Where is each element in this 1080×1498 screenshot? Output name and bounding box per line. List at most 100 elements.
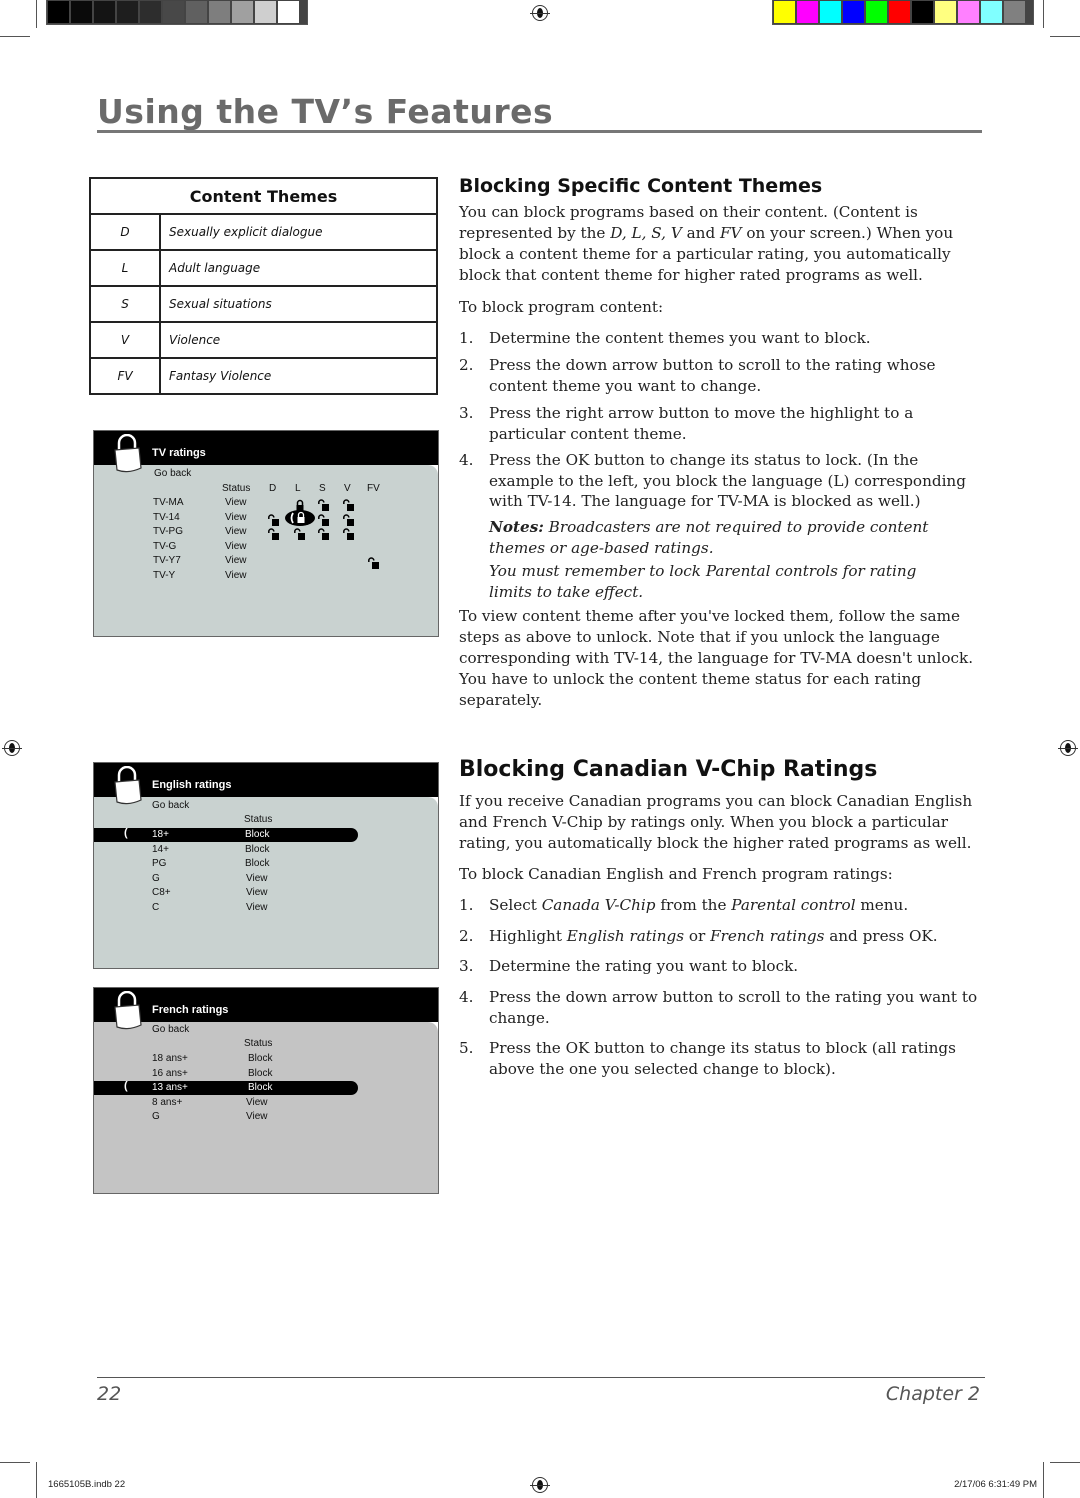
- text-run: FV: [720, 224, 742, 242]
- unlocked-padlock-icon[interactable]: [318, 513, 330, 526]
- rating-status[interactable]: View: [225, 497, 247, 508]
- color-swatch: [117, 1, 138, 23]
- unlocked-padlock-icon[interactable]: [294, 527, 306, 541]
- rating-status[interactable]: View: [225, 570, 247, 581]
- rating-label[interactable]: TV-Y7: [153, 555, 181, 566]
- go-back-item[interactable]: Go back: [152, 800, 189, 811]
- selection-marker-icon: (: [124, 1080, 128, 1093]
- column-header: S: [319, 483, 326, 494]
- note: You must remember to lock Parental contr…: [489, 562, 917, 601]
- menu-title: French ratings: [152, 1004, 229, 1016]
- rating-label[interactable]: G: [152, 1111, 160, 1122]
- list-number: 2.: [459, 356, 474, 374]
- color-swatch: [981, 1, 1002, 23]
- list-item: 4. Press the down arrow button to scroll …: [459, 987, 983, 1028]
- rating-status[interactable]: Block: [248, 1082, 272, 1093]
- rating-status[interactable]: View: [246, 887, 268, 898]
- unlocked-padlock-icon[interactable]: [318, 498, 330, 511]
- rating-status[interactable]: View: [246, 873, 268, 884]
- list-item: 4. Press the OK button to change its stat…: [459, 450, 983, 512]
- list-number: 3.: [459, 957, 474, 975]
- rating-status[interactable]: Block: [245, 829, 269, 840]
- section2-intro: If you receive Canadian programs you can…: [459, 792, 973, 852]
- chapter-label: Chapter 2: [885, 1383, 980, 1405]
- rating-status[interactable]: View: [225, 512, 247, 523]
- text-run: French ratings: [710, 927, 825, 945]
- rating-status[interactable]: Block: [245, 844, 269, 855]
- unlocked-padlock-icon[interactable]: [268, 527, 280, 541]
- rating-status[interactable]: View: [225, 555, 247, 566]
- color-swatch: [94, 1, 115, 23]
- unlocked-padlock-icon[interactable]: [268, 513, 280, 526]
- rating-label[interactable]: 8 ans+: [152, 1097, 182, 1108]
- table-row: D Sexually explicit dialogue: [90, 213, 437, 250]
- theme-code: L: [90, 249, 161, 286]
- unlocked-padlock-icon[interactable]: [368, 556, 380, 570]
- list-text: Determine the content themes you want to…: [489, 329, 871, 347]
- list-text: Press the right arrow button to move the…: [489, 404, 914, 443]
- rating-label[interactable]: TV-PG: [153, 526, 183, 537]
- rating-label[interactable]: 18+: [152, 829, 169, 840]
- menu-body: [94, 465, 438, 636]
- rating-label[interactable]: TV-G: [153, 541, 176, 552]
- unlocked-padlock-icon[interactable]: [343, 527, 355, 541]
- theme-description: Sexual situations: [160, 285, 437, 322]
- page-title: Using the TV’s Features: [97, 92, 554, 131]
- locked-padlock-icon[interactable]: [285, 509, 315, 526]
- rating-label[interactable]: 18 ans+: [152, 1053, 188, 1064]
- list-text: Press the down arrow button to scroll to…: [489, 988, 978, 1027]
- slug-file: 1665105B.indb 22: [48, 1479, 126, 1490]
- rating-status[interactable]: View: [246, 902, 268, 913]
- text-run: menu.: [855, 896, 909, 914]
- list-number: 2.: [459, 927, 474, 945]
- list-item: 2. Highlight English ratings or French ra…: [459, 926, 983, 947]
- go-back-item[interactable]: Go back: [152, 1024, 189, 1035]
- text-run: Select: [489, 896, 542, 914]
- content-themes-table: Content Themes D Sexually explicit dialog…: [89, 177, 438, 395]
- rating-label[interactable]: 14+: [152, 844, 169, 855]
- table-row: FV Fantasy Violence: [90, 357, 437, 394]
- registration-mark-icon: [530, 1477, 550, 1493]
- rating-status[interactable]: Block: [245, 858, 269, 869]
- rating-label[interactable]: TV-14: [153, 512, 180, 523]
- list-text: Press the OK button to change its status…: [489, 1039, 956, 1078]
- list-item: 5. Press the OK button to change its stat…: [459, 1038, 983, 1079]
- registration-mark-icon: [2, 740, 22, 756]
- rating-status[interactable]: View: [246, 1111, 268, 1122]
- unlocked-padlock-icon[interactable]: [343, 498, 355, 511]
- rating-label[interactable]: C: [152, 902, 159, 913]
- section2-lead: To block Canadian English and French pro…: [459, 865, 893, 883]
- rating-label[interactable]: PG: [152, 858, 166, 869]
- rating-status[interactable]: Block: [248, 1053, 272, 1064]
- rating-status[interactable]: View: [225, 541, 247, 552]
- rating-label[interactable]: C8+: [152, 887, 171, 898]
- color-swatch: [163, 1, 184, 23]
- rating-status[interactable]: View: [246, 1097, 268, 1108]
- color-swatch: [958, 1, 979, 23]
- go-back-item[interactable]: Go back: [154, 468, 191, 479]
- rating-label[interactable]: G: [152, 873, 160, 884]
- list-item: 1. Determine the content themes you want …: [459, 328, 983, 349]
- unlocked-padlock-icon[interactable]: [343, 513, 355, 526]
- rating-label[interactable]: 16 ans+: [152, 1068, 188, 1079]
- list-text: Determine the rating you want to block.: [489, 957, 799, 975]
- locked-padlock-icon[interactable]: [294, 498, 306, 511]
- theme-code: S: [90, 285, 161, 322]
- rating-label[interactable]: 13 ans+: [152, 1082, 188, 1093]
- note: Notes: Broadcasters are not required to …: [489, 517, 969, 559]
- section1-lead: To block program content:: [459, 298, 664, 316]
- rating-status[interactable]: Block: [248, 1068, 272, 1079]
- padlock-icon: [114, 766, 142, 805]
- theme-code: D: [90, 213, 161, 250]
- grayscale-swatch-bar: [46, 0, 308, 25]
- list-item: 1. Select Canada V-Chip from the Parental…: [459, 895, 983, 916]
- rating-label[interactable]: TV-MA: [153, 497, 184, 508]
- color-swatch: [866, 1, 887, 23]
- list-text: Press the OK button to change its status…: [489, 451, 966, 510]
- crop-mark: [1043, 0, 1044, 28]
- selection-highlight: (: [94, 1080, 358, 1096]
- unlocked-padlock-icon[interactable]: [318, 527, 330, 541]
- theme-description: Adult language: [160, 249, 437, 286]
- rating-status[interactable]: View: [225, 526, 247, 537]
- rating-label[interactable]: TV-Y: [153, 570, 175, 581]
